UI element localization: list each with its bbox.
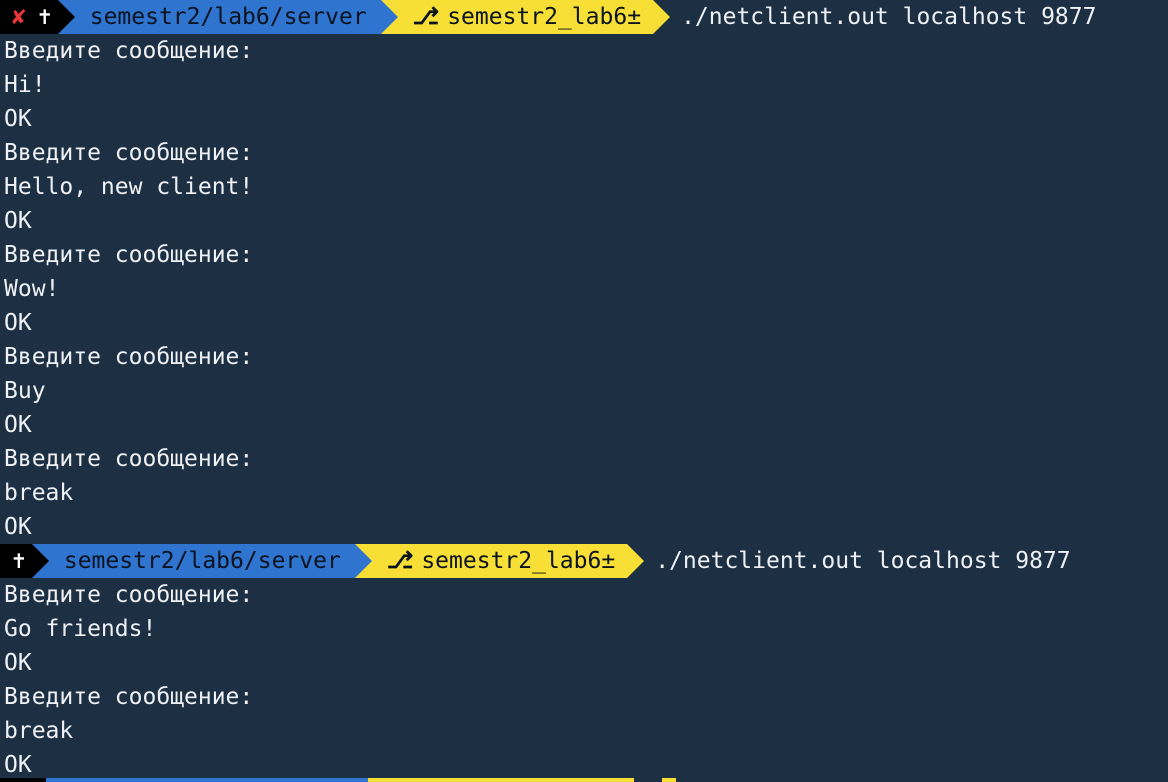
- output-line: Buy: [4, 378, 46, 404]
- output-line: break: [4, 480, 74, 506]
- prompt-path-segment: semestr2/lab6/server: [31, 544, 372, 578]
- output-line: OK: [4, 514, 32, 540]
- prompt-command: ./netclient.out localhost 9877: [655, 548, 1071, 574]
- prompt-branch-segment: ⎇ semestr2_lab6±: [354, 544, 645, 578]
- output-line: break: [4, 718, 74, 744]
- shell-prompt-1: ✘ ✝ semestr2/lab6/server ⎇ semestr2_lab6…: [0, 0, 1096, 34]
- git-branch-icon: ⎇: [412, 4, 440, 30]
- output-line: Введите сообщение:: [4, 344, 254, 370]
- output-line: Wow!: [4, 276, 60, 302]
- shell-prompt-2: ✝ semestr2/lab6/server ⎇ semestr2_lab6± …: [0, 544, 1071, 578]
- prompt-branch-segment: ⎇ semestr2_lab6±: [380, 0, 671, 34]
- prompt-status-segment: ✘ ✝: [0, 0, 75, 34]
- root-cross-icon: ✝: [12, 548, 26, 574]
- output-line: Hi!: [4, 72, 46, 98]
- output-line: OK: [4, 310, 32, 336]
- output-line: OK: [4, 752, 32, 778]
- prompt-path: semestr2/lab6/server: [89, 4, 367, 30]
- root-cross-icon: ✝: [37, 4, 52, 30]
- output-line: OK: [4, 412, 32, 438]
- output-line: Введите сообщение:: [4, 242, 254, 268]
- output-line: Введите сообщение:: [4, 684, 254, 710]
- output-line: Введите сообщение:: [4, 38, 254, 64]
- output-line: Hello, new client!: [4, 174, 254, 200]
- output-line: Введите сообщение:: [4, 446, 254, 472]
- error-x-icon: ✘: [12, 4, 26, 30]
- prompt-branch: semestr2_lab6±: [421, 548, 616, 574]
- prompt-branch: semestr2_lab6±: [447, 4, 642, 30]
- git-branch-icon: ⎇: [386, 548, 414, 574]
- output-line: Введите сообщение:: [4, 140, 254, 166]
- prompt-path-segment: semestr2/lab6/server: [57, 0, 398, 34]
- next-prompt-partial: [0, 778, 676, 782]
- output-line: OK: [4, 208, 32, 234]
- output-line: OK: [4, 650, 32, 676]
- prompt-path: semestr2/lab6/server: [63, 548, 341, 574]
- terminal-window[interactable]: ✘ ✝ semestr2/lab6/server ⎇ semestr2_lab6…: [0, 0, 1168, 782]
- output-line: Введите сообщение:: [4, 582, 254, 608]
- output-line: Go friends!: [4, 616, 157, 642]
- output-line: OK: [4, 106, 32, 132]
- prompt-command: ./netclient.out localhost 9877: [681, 4, 1097, 30]
- prompt-status-segment: ✝: [0, 544, 49, 578]
